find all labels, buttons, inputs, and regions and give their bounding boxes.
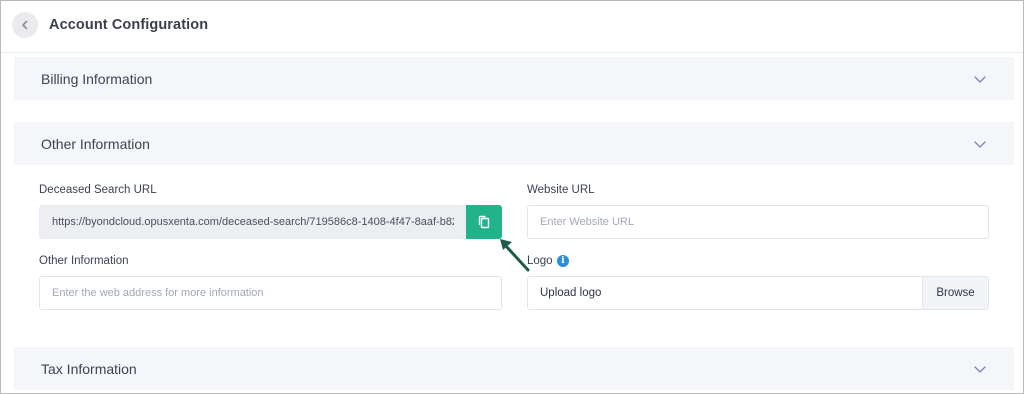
logo-upload-field[interactable]: Upload logo Browse [527,276,989,310]
section-title: Billing Information [41,71,153,87]
section-tax-information[interactable]: Tax Information [14,347,1014,390]
deceased-search-url-label: Deceased Search URL [39,184,157,196]
section-other-information[interactable]: Other Information [14,122,1014,165]
back-button[interactable] [12,12,38,38]
other-information-label: Other Information [39,255,129,267]
copy-icon [478,215,490,229]
section-title: Tax Information [41,361,137,377]
browse-button[interactable]: Browse [922,277,988,309]
other-information-field[interactable] [39,276,502,310]
section-billing-information[interactable]: Billing Information [14,57,1014,100]
account-configuration-window: Account Configuration Billing Informatio… [0,0,1024,394]
chevron-down-icon [974,76,986,83]
upload-logo-text: Upload logo [540,287,602,299]
page-title: Account Configuration [49,17,209,33]
chevron-left-icon [22,20,28,30]
deceased-search-url-field[interactable] [39,205,467,239]
page-header: Account Configuration [1,1,1023,53]
annotation-arrow [500,239,530,272]
chevron-down-icon [974,366,986,373]
website-url-field[interactable] [527,205,989,239]
section-title: Other Information [41,136,150,152]
info-icon[interactable]: i [557,255,569,267]
chevron-down-icon [974,141,986,148]
website-url-label: Website URL [527,184,595,196]
